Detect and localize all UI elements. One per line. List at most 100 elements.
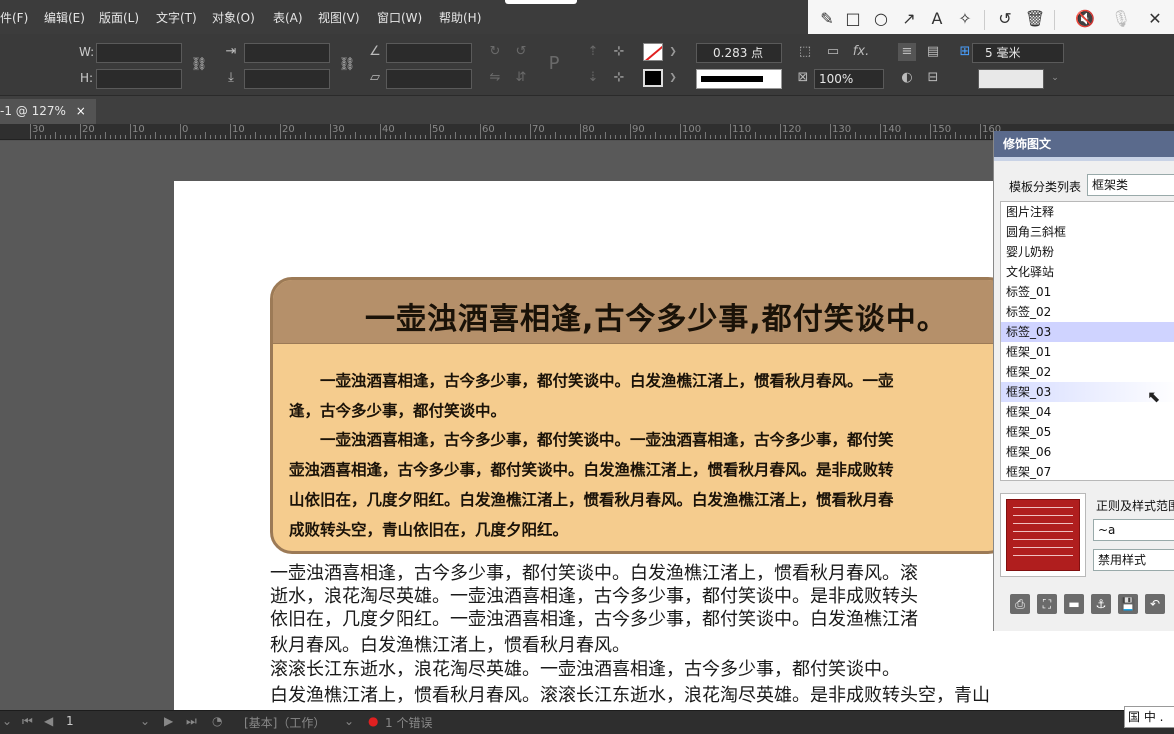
frame-select-icon[interactable]: ⛶ [1037,594,1057,614]
rotate-cw-icon[interactable]: ↻ [486,43,504,61]
text-wrap-bbox-icon[interactable]: ▤ [924,43,942,61]
previous-page-icon[interactable]: ◀ [44,714,53,728]
text-wrap-shape-icon[interactable]: ◐ [898,69,916,87]
apply-icon[interactable]: ⎙ [1010,594,1030,614]
drop-shadow-icon[interactable]: ▭ [824,43,842,61]
arrow-icon[interactable]: ↗ [898,8,920,30]
menu-help[interactable]: 帮助(H) [439,9,481,26]
rotate-ccw-icon[interactable]: ↺ [512,43,530,61]
pencil-icon[interactable]: ✎ [816,8,838,30]
menu-window[interactable]: 窗口(W) [377,9,422,26]
speaker-muted-icon[interactable]: 🔇 [1074,8,1096,30]
ruler-tick-mark [160,135,161,139]
list-item[interactable]: 文化驿站 [1001,262,1174,282]
style-select[interactable]: 禁用样式 [1093,549,1174,571]
profile-dropdown-icon[interactable]: ⌄ [344,714,354,728]
first-page-icon[interactable]: ⏮ [22,714,33,729]
fill-dropdown[interactable]: ❯ [668,43,678,61]
zoom-dropdown-icon[interactable]: ⌄ [2,714,12,728]
error-count[interactable]: 1 个错误 [385,714,432,731]
undo-icon[interactable]: ↶ [1145,594,1165,614]
height-field[interactable] [96,69,182,89]
list-item[interactable]: 框架_02 [1001,362,1174,382]
scale-y-field[interactable] [244,69,330,89]
list-item-selected[interactable]: 标签_03 [1001,322,1174,342]
select-previous-icon[interactable]: ⇣ [584,69,602,87]
input-method-indicator[interactable]: 国 中 . [1124,706,1174,728]
width-field[interactable] [96,43,182,63]
opacity-field[interactable]: 100% [814,69,884,89]
menu-view[interactable]: 视图(V) [318,9,360,26]
menu-layout[interactable]: 版面(L) [99,9,139,26]
page-number[interactable]: 1 [66,714,74,728]
anchor-icon[interactable]: ⚓ [1091,594,1111,614]
text-icon[interactable]: A [926,8,948,30]
constrain-scale-icon[interactable]: ⛓ [338,56,356,74]
spacing-field[interactable]: 5 毫米 [972,43,1064,63]
list-item[interactable]: 框架_07 [1001,462,1174,480]
trash-icon[interactable]: 🗑 [1024,8,1046,30]
rotate-field[interactable] [386,43,472,63]
menu-edit[interactable]: 编辑(E) [44,9,85,26]
effects-fx-icon[interactable]: fx. [852,43,870,61]
text-wrap-none-icon[interactable]: ≡ [898,43,916,61]
select-container-icon[interactable]: ⇡ [584,43,602,61]
stroke-weight-field[interactable]: 0.283 点 [696,43,782,63]
document-tab[interactable]: -1 @ 127% × [0,99,96,124]
next-page-icon[interactable]: ▶ [164,714,173,728]
ruler-tick-mark [320,135,321,139]
rectangle-icon[interactable]: □ [842,8,864,30]
list-item[interactable]: 标签_01 [1001,282,1174,302]
frame-fitting-icon[interactable]: ⬚ [796,43,814,61]
stroke-dropdown[interactable]: ❯ [668,69,678,87]
list-item[interactable]: 圆角三斜框 [1001,222,1174,242]
list-item[interactable]: 框架_06 [1001,442,1174,462]
close-icon[interactable]: ✕ [1144,8,1166,30]
select-content-icon[interactable]: ⊹ [610,43,628,61]
list-item[interactable]: 标签_02 [1001,302,1174,322]
text-wrap-jump-icon[interactable]: ⊟ [924,69,942,87]
ruler-tick-mark [860,135,861,139]
ruler-tick-label: 150 [932,124,952,135]
list-item[interactable]: 图片注释 [1001,202,1174,222]
preflight-icon[interactable]: ◔ [212,714,222,728]
category-select[interactable]: 框架类 [1087,174,1174,196]
decorated-text-frame[interactable]: 一壶浊酒喜相逢,古今多少事,都付笑谈中。 一壶浊酒喜相逢，古今多少事，都付笑谈中… [270,277,1010,554]
select-next-icon[interactable]: ⊹ [610,69,628,87]
constrain-proportions-icon[interactable]: ⛓ [190,56,208,74]
ruler-tick-mark [175,135,176,139]
stroke-type-select[interactable] [696,69,782,89]
flip-horizontal-icon[interactable]: ⇋ [486,69,504,87]
list-item[interactable]: 框架_01 [1001,342,1174,362]
shear-field[interactable] [386,69,472,89]
fill-swatch-none[interactable] [643,43,663,61]
last-page-icon[interactable]: ⏭ [186,714,197,729]
menu-file[interactable]: 件(F) [0,9,28,26]
undo-icon[interactable]: ↺ [994,8,1016,30]
style-preview-box[interactable] [978,69,1044,89]
menu-type[interactable]: 文字(T) [156,9,197,26]
list-item[interactable]: 婴儿奶粉 [1001,242,1174,262]
stroke-swatch[interactable] [643,69,663,87]
page-dropdown-icon[interactable]: ⌄ [140,714,150,728]
reference-point-icon[interactable]: P [545,55,563,73]
save-icon[interactable]: 💾 [1118,594,1138,614]
regex-field[interactable]: ~a [1093,519,1174,541]
ruler-tick-mark [310,135,311,139]
list-item[interactable]: 框架_05 [1001,422,1174,442]
line-icon[interactable]: ▬ [1064,594,1084,614]
ruler-tick-mark [925,135,926,139]
mic-muted-icon[interactable]: 🎙 [1110,8,1132,30]
menu-object[interactable]: 对象(O) [212,9,255,26]
magic-wand-icon[interactable]: ✧ [954,8,976,30]
menu-table[interactable]: 表(A) [273,9,303,26]
ruler-tick-mark [50,135,51,139]
ruler-tick-mark [830,124,831,139]
scale-x-field[interactable] [244,43,330,63]
style-dropdown[interactable]: ⌄ [1050,69,1060,87]
screen-capture-handle[interactable] [505,0,577,4]
circle-icon[interactable]: ○ [870,8,892,30]
flip-vertical-icon[interactable]: ⇵ [512,69,530,87]
template-list[interactable]: 图片注释 圆角三斜框 婴儿奶粉 文化驿站 标签_01 标签_02 标签_03 框… [1000,201,1174,481]
close-icon[interactable]: × [76,104,86,118]
